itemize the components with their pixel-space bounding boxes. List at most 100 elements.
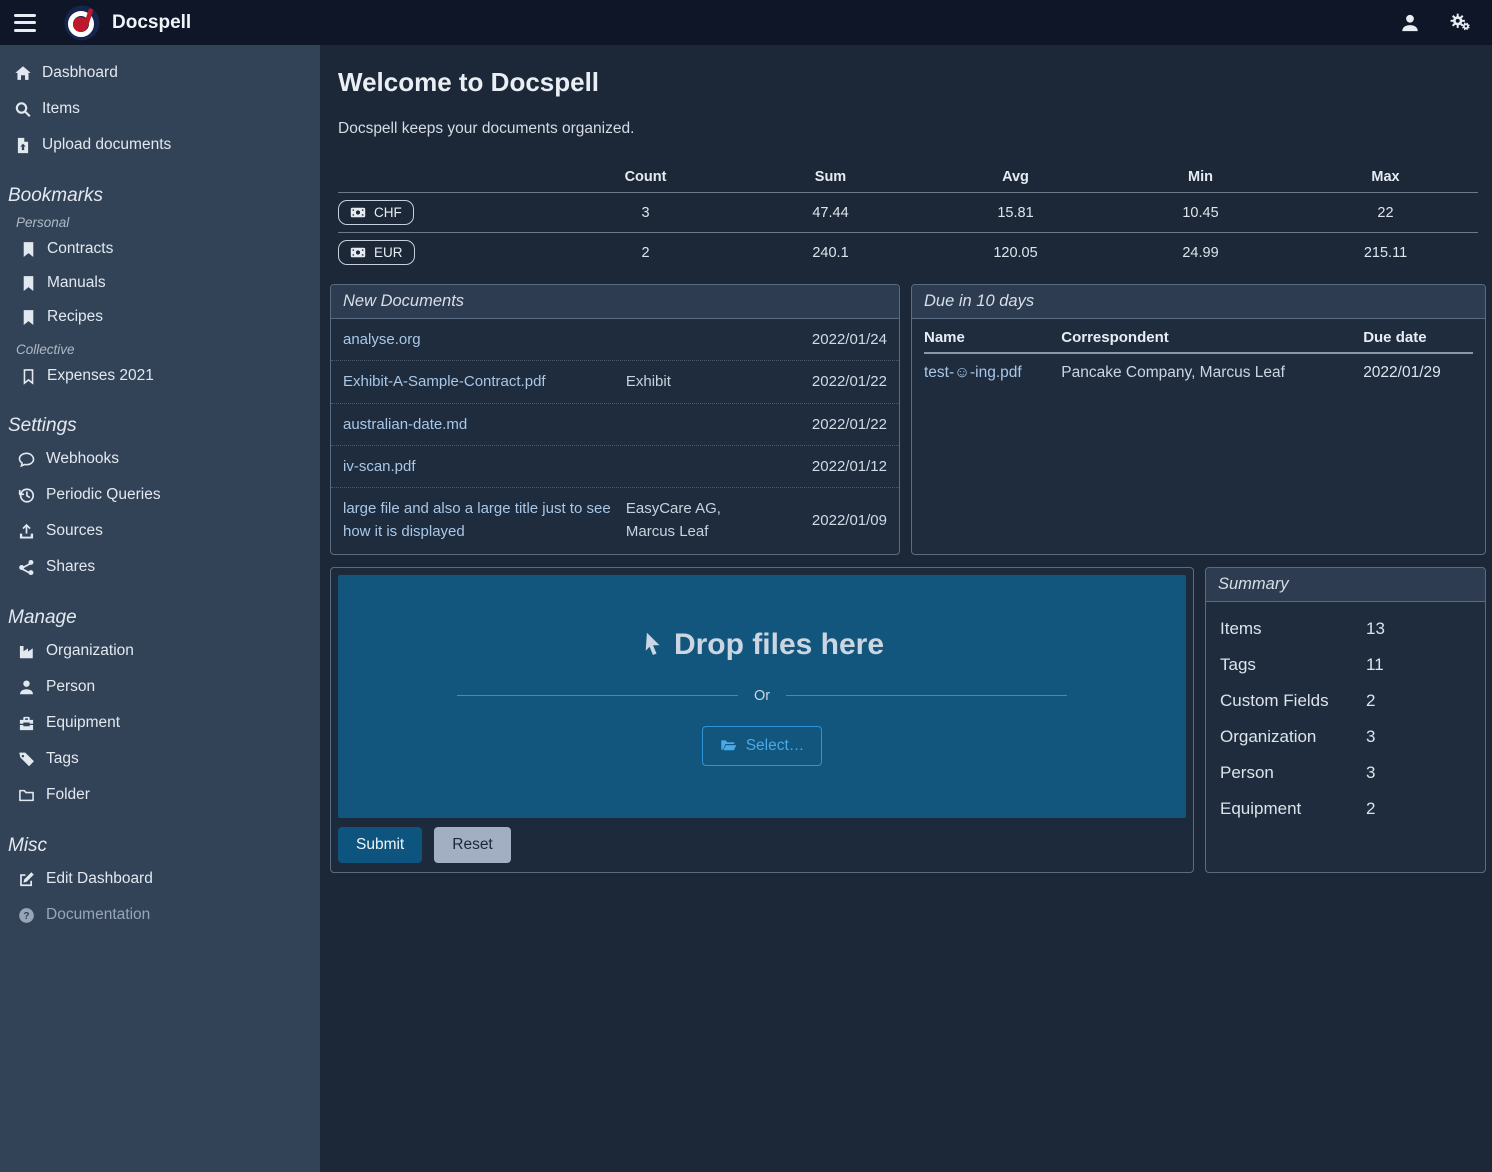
stats-header-min: Min bbox=[1108, 162, 1293, 193]
upload-actions: Submit Reset bbox=[338, 818, 1186, 863]
topbar: Docspell bbox=[0, 0, 1492, 45]
bookmark-label: Manuals bbox=[47, 274, 106, 292]
list-item: analyse.org 2022/01/24 bbox=[331, 319, 899, 361]
currency-label: CHF bbox=[374, 205, 402, 220]
reset-button[interactable]: Reset bbox=[434, 827, 511, 863]
home-icon bbox=[14, 65, 32, 82]
sidebar-item-label: Upload documents bbox=[42, 136, 171, 154]
new-documents-panel: New Documents analyse.org 2022/01/24 Exh… bbox=[330, 284, 900, 555]
stats-header-sum: Sum bbox=[738, 162, 923, 193]
menu-icon[interactable] bbox=[14, 14, 36, 32]
upload-icon bbox=[18, 523, 35, 540]
folder-open-icon bbox=[720, 737, 737, 754]
currency-badge-chf: CHF bbox=[338, 200, 414, 225]
document-link[interactable]: large file and also a large title just t… bbox=[343, 497, 626, 544]
sidebar-item-tags[interactable]: Tags bbox=[0, 741, 320, 777]
due-header-name: Name bbox=[924, 321, 1061, 353]
document-label: Exhibit bbox=[626, 370, 767, 393]
list-item: Tags 11 bbox=[1220, 648, 1471, 684]
document-link[interactable]: iv-scan.pdf bbox=[343, 455, 626, 478]
gears-icon[interactable] bbox=[1450, 12, 1472, 34]
sidebar-item-sources[interactable]: Sources bbox=[0, 513, 320, 549]
panel-title: Due in 10 days bbox=[912, 285, 1485, 319]
or-divider: Or bbox=[457, 688, 1068, 704]
sidebar-section-settings: Settings bbox=[8, 415, 320, 437]
manage-item-label: Equipment bbox=[46, 714, 120, 732]
stat-value: 47.44 bbox=[738, 193, 923, 233]
summary-panel: Summary Items 13 Tags 11 Custom Fields 2… bbox=[1205, 567, 1486, 873]
list-item: Exhibit-A-Sample-Contract.pdf Exhibit 20… bbox=[331, 361, 899, 403]
table-row: CHF 3 47.44 15.81 10.45 22 bbox=[338, 193, 1478, 233]
list-item: Equipment 2 bbox=[1220, 792, 1471, 828]
submit-button[interactable]: Submit bbox=[338, 827, 422, 863]
document-link[interactable]: Exhibit-A-Sample-Contract.pdf bbox=[343, 370, 626, 393]
bookmark-label: Expenses 2021 bbox=[47, 367, 154, 385]
file-dropzone[interactable]: Drop files here Or Select… bbox=[338, 575, 1186, 818]
sidebar-section-bookmarks: Bookmarks bbox=[8, 185, 320, 207]
document-label: EasyCare AG, Marcus Leaf bbox=[626, 497, 767, 544]
stat-value: 22 bbox=[1293, 193, 1478, 233]
sidebar-item-recipes[interactable]: Recipes bbox=[0, 300, 320, 334]
sidebar-item-shares[interactable]: Shares bbox=[0, 549, 320, 585]
sidebar-item-webhooks[interactable]: Webhooks bbox=[0, 441, 320, 477]
upload-panel: Drop files here Or Select… Submit Reset bbox=[330, 567, 1194, 873]
stat-value: 240.1 bbox=[738, 233, 923, 273]
sidebar-item-documentation[interactable]: ? Documentation bbox=[0, 897, 320, 933]
docspell-logo bbox=[64, 5, 100, 41]
summary-label: Person bbox=[1220, 763, 1366, 783]
file-upload-icon bbox=[14, 137, 32, 154]
history-icon bbox=[18, 487, 35, 504]
due-date: 2022/01/29 bbox=[1363, 353, 1473, 392]
sidebar-item-folder[interactable]: Folder bbox=[0, 777, 320, 813]
currency-badge-eur: EUR bbox=[338, 240, 415, 265]
stat-value: 2 bbox=[553, 233, 738, 273]
document-link[interactable]: test-☺-ing.pdf bbox=[924, 353, 1061, 392]
due-panel: Due in 10 days Name Correspondent Due da… bbox=[911, 284, 1486, 555]
bookmark-icon bbox=[20, 275, 37, 292]
user-icon[interactable] bbox=[1400, 13, 1420, 33]
panel-title: Summary bbox=[1206, 568, 1485, 602]
document-date: 2022/01/09 bbox=[767, 512, 887, 529]
sidebar-item-person[interactable]: Person bbox=[0, 669, 320, 705]
list-item: Custom Fields 2 bbox=[1220, 684, 1471, 720]
manage-item-label: Folder bbox=[46, 786, 90, 804]
sidebar-item-equipment[interactable]: Equipment bbox=[0, 705, 320, 741]
sidebar-item-organization[interactable]: Organization bbox=[0, 633, 320, 669]
sidebar-item-expenses-2021[interactable]: Expenses 2021 bbox=[0, 359, 320, 393]
select-label: Select… bbox=[746, 737, 805, 755]
sidebar-item-upload-documents[interactable]: Upload documents bbox=[0, 127, 320, 163]
sidebar-item-label: Items bbox=[42, 100, 80, 118]
sidebar-item-items[interactable]: Items bbox=[0, 91, 320, 127]
document-link[interactable]: analyse.org bbox=[343, 328, 626, 351]
document-date: 2022/01/22 bbox=[767, 373, 887, 390]
sidebar-item-dashboard[interactable]: Dasbhoard bbox=[0, 55, 320, 91]
sidebar-item-periodic-queries[interactable]: Periodic Queries bbox=[0, 477, 320, 513]
comment-icon bbox=[18, 451, 35, 468]
page-subtitle: Docspell keeps your documents organized. bbox=[338, 120, 1478, 138]
drop-title: Drop files here bbox=[640, 628, 884, 662]
manage-item-label: Tags bbox=[46, 750, 79, 768]
due-header-row: Name Correspondent Due date bbox=[924, 321, 1473, 353]
app-title: Docspell bbox=[112, 12, 191, 34]
list-item: Person 3 bbox=[1220, 756, 1471, 792]
stats-table: Count Sum Avg Min Max CHF 3 47. bbox=[338, 162, 1478, 272]
bookmark-outline-icon bbox=[20, 368, 37, 385]
page-title: Welcome to Docspell bbox=[338, 67, 1478, 98]
sidebar-item-edit-dashboard[interactable]: Edit Dashboard bbox=[0, 861, 320, 897]
summary-list: Items 13 Tags 11 Custom Fields 2 Organiz… bbox=[1206, 602, 1485, 838]
due-header-date: Due date bbox=[1363, 321, 1473, 353]
share-nodes-icon bbox=[18, 559, 35, 576]
settings-item-label: Webhooks bbox=[46, 450, 119, 468]
industry-icon bbox=[18, 643, 35, 660]
bookmark-icon bbox=[20, 241, 37, 258]
drop-text: Drop files here bbox=[674, 628, 884, 662]
list-item: Items 13 bbox=[1220, 612, 1471, 648]
summary-value: 2 bbox=[1366, 691, 1375, 711]
select-files-button[interactable]: Select… bbox=[702, 726, 823, 766]
list-item: australian-date.md 2022/01/22 bbox=[331, 404, 899, 446]
sidebar-item-manuals[interactable]: Manuals bbox=[0, 266, 320, 300]
document-link[interactable]: australian-date.md bbox=[343, 413, 626, 436]
sidebar-item-contracts[interactable]: Contracts bbox=[0, 232, 320, 266]
summary-label: Equipment bbox=[1220, 799, 1366, 819]
manage-item-label: Person bbox=[46, 678, 95, 696]
